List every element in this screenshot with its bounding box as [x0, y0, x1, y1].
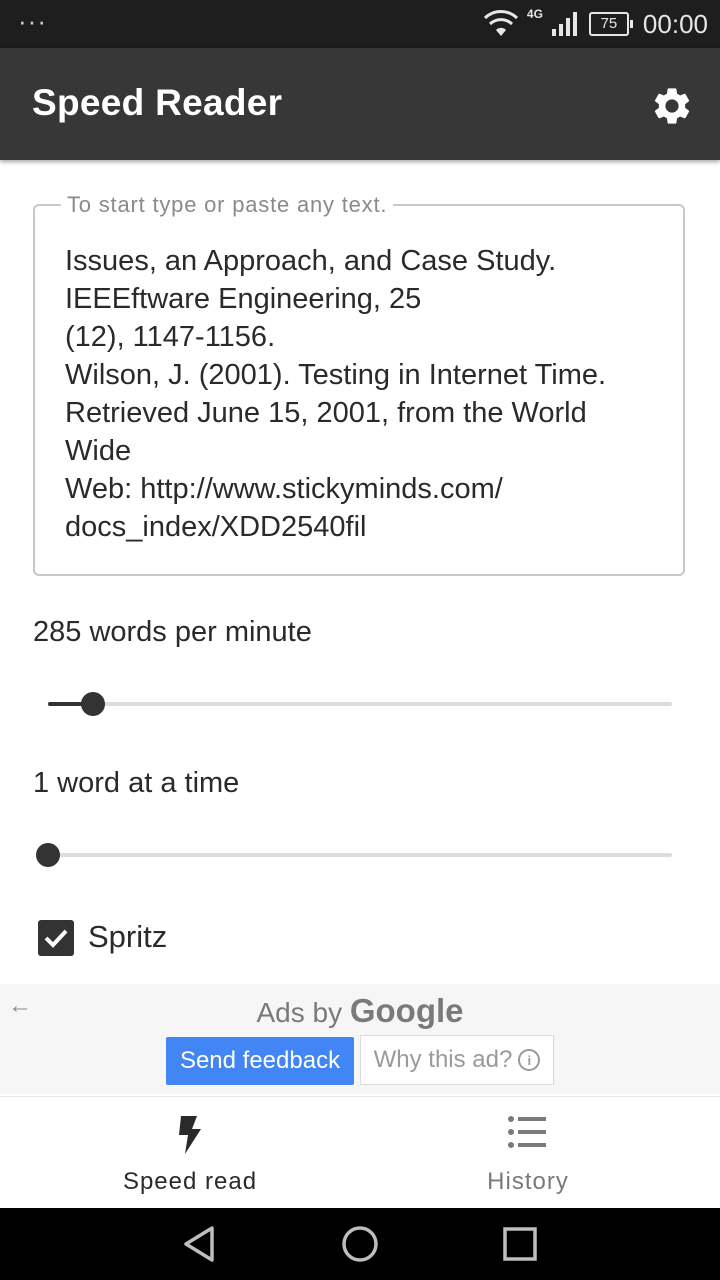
speed-label: 285 words per minute: [33, 616, 312, 648]
tab-history[interactable]: History: [348, 1097, 708, 1209]
back-triangle-icon[interactable]: [180, 1224, 220, 1264]
battery-icon: 75: [588, 12, 633, 36]
send-feedback-button[interactable]: Send feedback: [166, 1037, 354, 1085]
recents-square-icon[interactable]: [500, 1224, 540, 1264]
ad-banner: ← Ads by Google Send feedback Why this a…: [0, 984, 720, 1094]
ads-by-text: Ads by: [256, 997, 343, 1028]
network-type: 4G: [526, 7, 543, 21]
settings-button[interactable]: [650, 84, 694, 128]
bottom-navigation: Speed read History: [0, 1096, 720, 1209]
app-bar: Speed Reader: [0, 48, 720, 160]
info-icon: i: [518, 1049, 541, 1071]
google-logo: Google: [349, 992, 464, 1029]
words-slider-track: [48, 853, 672, 857]
speed-slider-track: [48, 702, 672, 706]
words-slider-thumb[interactable]: [36, 843, 60, 867]
why-this-ad-label: Why this ad?: [373, 1046, 513, 1073]
signal-icon: [551, 12, 577, 36]
wifi-icon: [483, 10, 518, 36]
status-bar: ··· 4G 75 00:00: [0, 0, 720, 48]
spritz-label: Spritz: [88, 919, 168, 954]
text-input-placeholder: To start type or paste any text.: [61, 192, 394, 218]
words-label: 1 word at a time: [33, 767, 240, 799]
checkmark-icon: [44, 929, 68, 948]
system-navigation-bar: [0, 1208, 720, 1280]
ads-by-google: Ads by Google: [0, 992, 720, 1030]
home-circle-icon[interactable]: [340, 1224, 380, 1264]
text-input-value[interactable]: Issues, an Approach, and Case Study. IEE…: [65, 242, 653, 544]
app-title: Speed Reader: [32, 82, 283, 123]
spritz-checkbox[interactable]: [38, 920, 74, 956]
words-slider[interactable]: [36, 840, 672, 870]
speed-slider-thumb[interactable]: [80, 692, 105, 716]
lightning-icon: [179, 1116, 201, 1154]
status-icons: 4G 75 00:00: [483, 0, 708, 48]
why-this-ad-button[interactable]: Why this ad? i: [360, 1035, 554, 1085]
speed-slider[interactable]: [48, 689, 672, 719]
clock: 00:00: [642, 8, 708, 39]
tab-speed-read[interactable]: Speed read: [10, 1097, 370, 1209]
tab-history-label: History: [487, 1168, 569, 1195]
list-icon: [508, 1116, 546, 1148]
gear-icon: [654, 88, 690, 124]
tab-speed-read-label: Speed read: [122, 1168, 258, 1195]
notification-dots: ···: [18, 6, 47, 36]
text-input-field[interactable]: To start type or paste any text. Issues,…: [33, 192, 685, 576]
